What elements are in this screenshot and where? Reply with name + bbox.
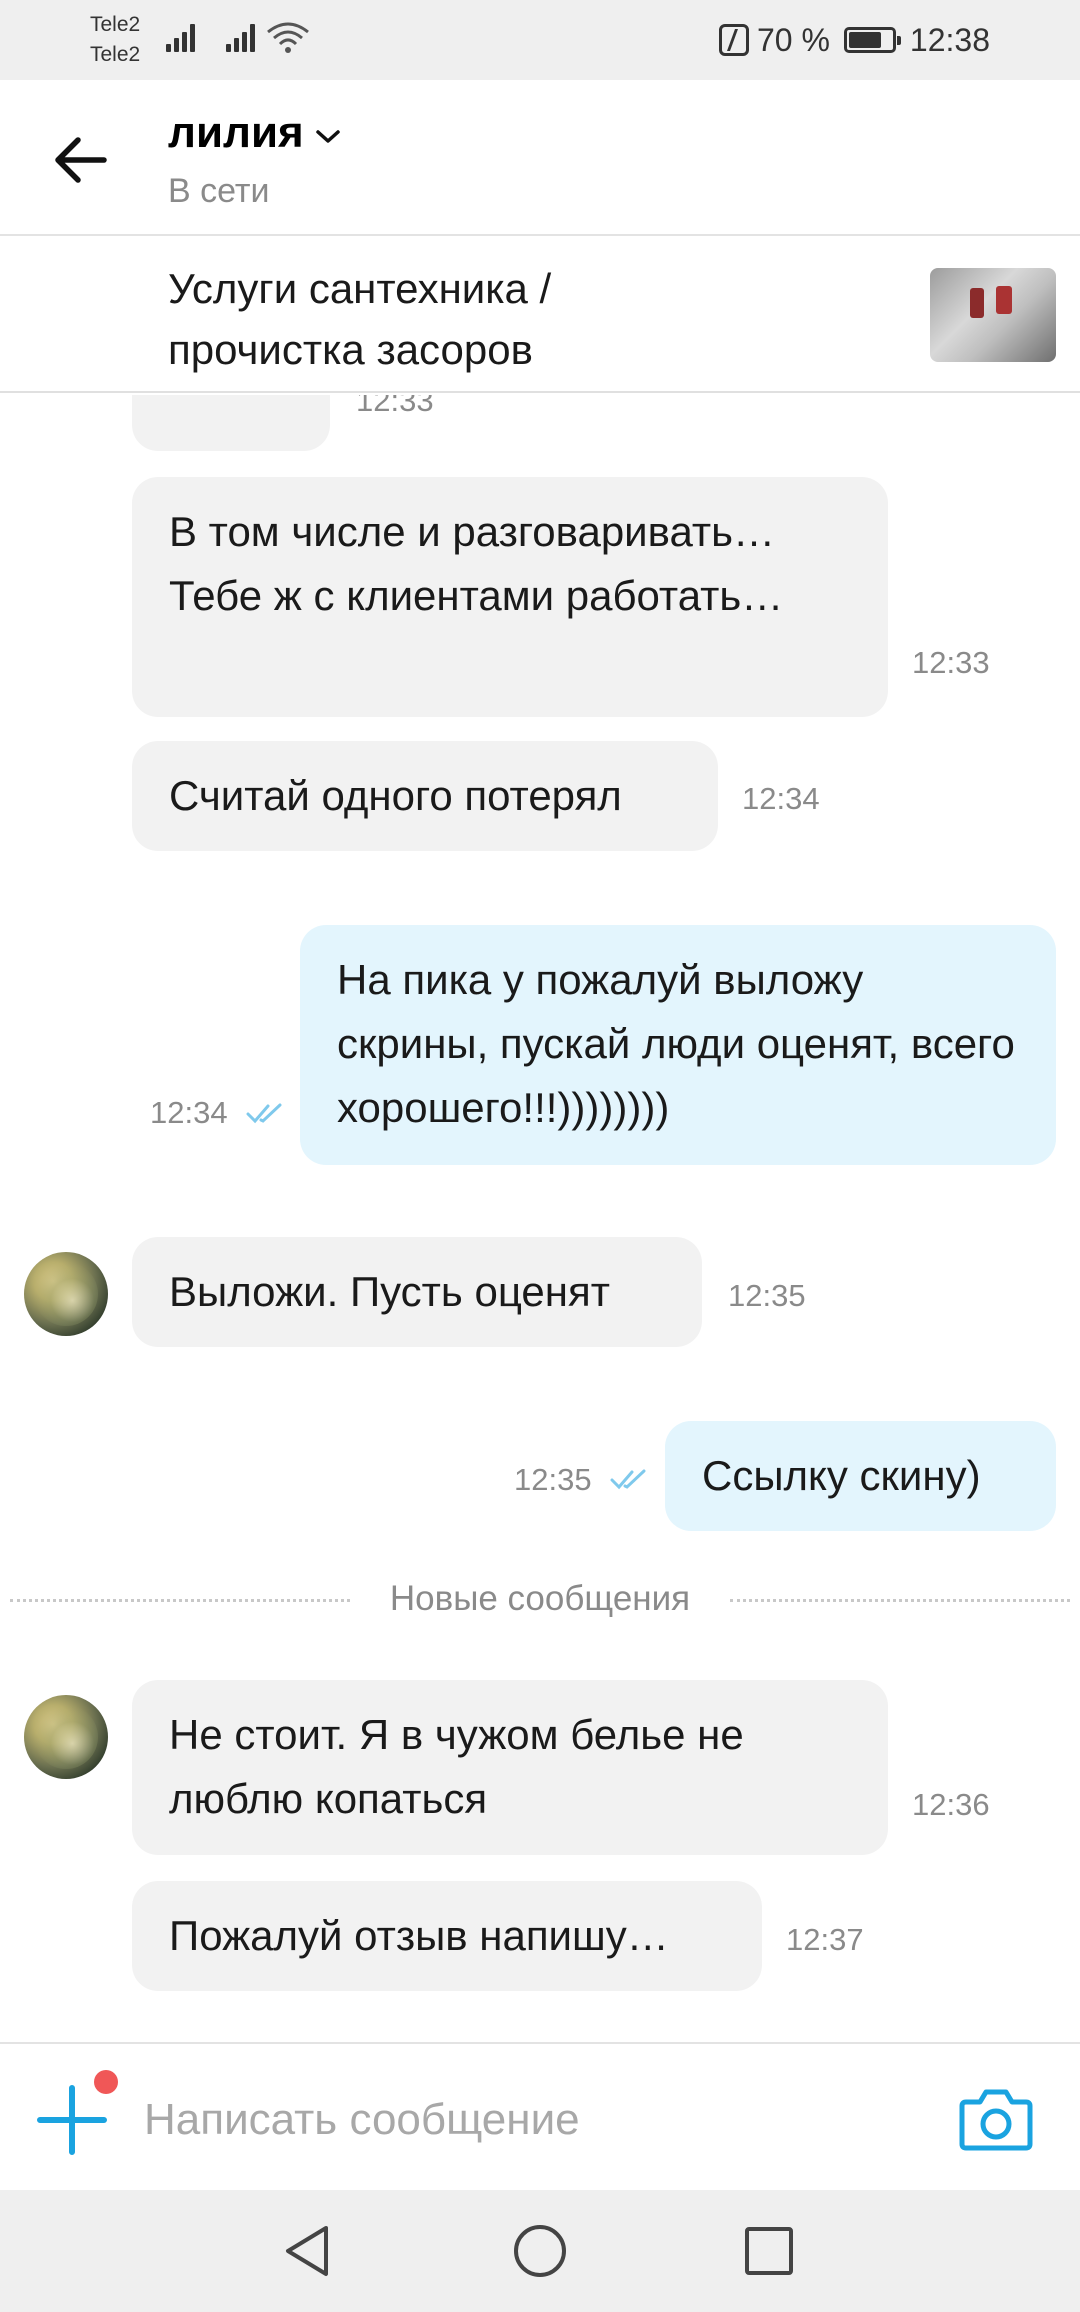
message-bubble-incoming[interactable]: Пожалуй отзыв напишу… [132,1881,762,1991]
status-right: 70 % 12:38 [718,18,990,62]
message-bubble-incoming[interactable]: Выложи. Пусть оценят [132,1237,702,1347]
battery-icon [843,27,901,53]
plus-icon[interactable] [36,2084,108,2156]
carrier-1: Tele2 [90,13,141,36]
listing-title[interactable]: Услуги сантехника / прочистка засоров [168,258,728,380]
message-time: 12:34 [150,1095,228,1130]
signal-icon [166,22,200,52]
nav-home-icon[interactable] [509,2220,571,2282]
chat-header: лилия В сети [0,80,1080,236]
signal-icon [226,22,260,52]
contact-name[interactable]: лилия [168,108,304,158]
message-bubble-incoming[interactable]: Учись [132,395,330,451]
message-bubble-incoming[interactable]: Считай одного потерял [132,741,718,851]
chevron-down-icon[interactable] [315,128,341,146]
message-time: 12:33 [356,395,434,418]
message-time: 12:36 [912,1787,990,1822]
status-bar: Tele2 Tele2 70 % 12:38 [0,0,1080,80]
message-time: 12:35 [514,1462,592,1497]
message-bubble-incoming[interactable]: Не стоит. Я в чужом белье не люблю копат… [132,1680,888,1855]
message-time: 12:37 [786,1922,864,1957]
message-text: Пожалуй отзыв напишу… [169,1912,669,1959]
listing-thumbnail[interactable] [930,268,1056,362]
message-text: Ссылку скину) [702,1452,981,1499]
message-text: Учись [169,395,284,412]
message-list[interactable]: Учись 12:33 В том числе и разговаривать…… [0,395,1080,2042]
message-text: Считай одного потерял [169,772,622,819]
message-time: 12:35 [728,1278,806,1313]
message-bubble-outgoing[interactable]: На пика у пожалуй выложу скрины, пускай … [300,925,1056,1165]
message-text: Не стоит. Я в чужом белье не люблю копат… [169,1711,744,1822]
wifi-icon [267,22,309,53]
divider-line [730,1599,1070,1602]
double-check-icon [246,1103,282,1124]
back-arrow-icon[interactable] [46,125,116,195]
battery-percent: 70 % [756,21,830,58]
message-text: На пика у пожалуй выложу скрины, пускай … [337,956,1015,1131]
contact-avatar[interactable] [24,1252,108,1336]
notification-dot [94,2070,118,2094]
nfc-icon [718,24,749,56]
message-bubble-incoming[interactable]: В том числе и разговаривать… Тебе ж с кл… [132,477,888,717]
message-text: В том числе и разговаривать… Тебе ж с кл… [169,508,784,619]
message-bubble-outgoing[interactable]: Ссылку скину) [665,1421,1056,1531]
double-check-icon [610,1469,646,1490]
listing-banner[interactable]: Услуги сантехника / прочистка засоров [0,238,1080,393]
carrier-2: Tele2 [90,43,141,66]
new-messages-divider: Новые сообщения [0,1575,1080,1625]
contact-avatar[interactable] [24,1695,108,1779]
contact-online-status: В сети [168,172,270,210]
system-navigation-bar [0,2190,1080,2312]
nav-back-icon[interactable] [278,2220,340,2282]
clock: 12:38 [909,21,990,58]
message-input[interactable] [144,2080,904,2160]
message-time: 12:34 [742,781,820,816]
camera-icon[interactable] [958,2084,1034,2154]
message-composer [0,2042,1080,2190]
chat-screen: Tele2 Tele2 70 % 12:38 лилия В сети Услу… [0,0,1080,2312]
message-time: 12:33 [912,645,990,680]
carrier-labels: Tele2 Tele2 [90,10,140,70]
message-text: Выложи. Пусть оценят [169,1268,610,1315]
nav-recents-icon[interactable] [738,2220,800,2282]
